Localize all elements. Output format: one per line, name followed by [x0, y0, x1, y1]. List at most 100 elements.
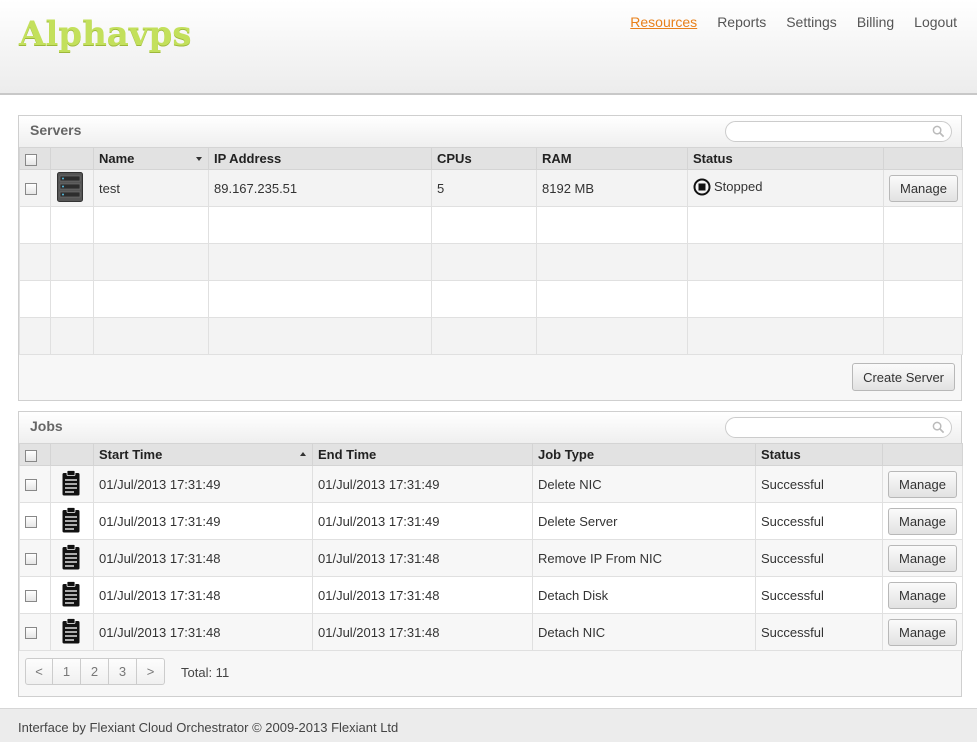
servers-table: Name IP Address CPUs RAM Status test 89.…: [19, 147, 963, 355]
row-checkbox[interactable]: [25, 627, 37, 640]
clipboard-icon: [62, 506, 80, 532]
nav-resources[interactable]: Resources: [630, 14, 697, 30]
row-checkbox[interactable]: [25, 479, 37, 492]
job-start-time: 01/Jul/2013 17:31:49: [93, 502, 313, 540]
jobs-panel: Jobs Start Time End Time Job Type Status…: [18, 411, 963, 697]
manage-button[interactable]: Manage: [888, 470, 957, 498]
servers-search: [725, 121, 952, 142]
clipboard-icon: [62, 543, 80, 569]
footer-text: Interface by Flexiant Cloud Orchestrator…: [18, 720, 399, 735]
create-server-button[interactable]: Create Server: [852, 363, 955, 391]
table-row: 01/Jul/2013 17:31:48 01/Jul/2013 17:31:48…: [19, 613, 963, 651]
job-type: Detach Disk: [532, 576, 756, 614]
job-type: Delete Server: [532, 502, 756, 540]
prev-page-button[interactable]: <: [25, 658, 53, 685]
logo[interactable]: Alphavps: [19, 14, 192, 54]
manage-button[interactable]: Manage: [888, 618, 957, 646]
search-icon[interactable]: [932, 421, 945, 434]
job-end-time: 01/Jul/2013 17:31:48: [312, 576, 533, 614]
job-type: Detach NIC: [532, 613, 756, 651]
nav-billing[interactable]: Billing: [857, 14, 894, 30]
col-end-time[interactable]: End Time: [312, 443, 533, 466]
pagination: < 1 2 3 >: [25, 658, 165, 685]
table-row: [19, 280, 963, 318]
status-badge: Stopped: [693, 178, 762, 196]
page-3-button[interactable]: 3: [109, 658, 137, 685]
row-checkbox[interactable]: [25, 553, 37, 566]
job-status: Successful: [755, 613, 883, 651]
page-2-button[interactable]: 2: [81, 658, 109, 685]
jobs-search-input[interactable]: [736, 418, 926, 437]
row-checkbox[interactable]: [25, 183, 37, 196]
table-row: test 89.167.235.51 5 8192 MB Stopped Man…: [19, 169, 963, 207]
table-row: [19, 243, 963, 281]
col-start-time[interactable]: Start Time: [93, 443, 313, 466]
select-all-checkbox[interactable]: [25, 153, 37, 166]
job-end-time: 01/Jul/2013 17:31:49: [312, 502, 533, 540]
job-type: Remove IP From NIC: [532, 539, 756, 577]
job-status: Successful: [755, 539, 883, 577]
main-nav: Resources Reports Settings Billing Logou…: [610, 14, 957, 30]
job-end-time: 01/Jul/2013 17:31:48: [312, 613, 533, 651]
job-start-time: 01/Jul/2013 17:31:49: [93, 465, 313, 503]
job-status: Successful: [755, 576, 883, 614]
col-job-type[interactable]: Job Type: [532, 443, 756, 466]
stop-circle-icon: [693, 178, 711, 195]
clipboard-icon: [62, 580, 80, 606]
col-job-status[interactable]: Status: [755, 443, 883, 466]
jobs-header-row: Start Time End Time Job Type Status: [19, 443, 963, 466]
total-count: Total: 11: [181, 665, 230, 680]
table-row: [19, 317, 963, 355]
job-end-time: 01/Jul/2013 17:31:49: [312, 465, 533, 503]
jobs-table: Start Time End Time Job Type Status 01/J…: [19, 443, 963, 651]
manage-button[interactable]: Manage: [888, 544, 957, 572]
row-checkbox[interactable]: [25, 516, 37, 529]
clipboard-icon: [62, 469, 80, 495]
server-ip: 89.167.235.51: [208, 169, 432, 207]
manage-button[interactable]: Manage: [888, 507, 957, 535]
job-start-time: 01/Jul/2013 17:31:48: [93, 539, 313, 577]
col-ram[interactable]: RAM: [536, 147, 688, 170]
servers-title: Servers: [30, 122, 82, 138]
col-status[interactable]: Status: [687, 147, 884, 170]
job-start-time: 01/Jul/2013 17:31:48: [93, 576, 313, 614]
job-end-time: 01/Jul/2013 17:31:48: [312, 539, 533, 577]
footer: Interface by Flexiant Cloud Orchestrator…: [0, 708, 977, 742]
nav-reports[interactable]: Reports: [717, 14, 766, 30]
page-1-button[interactable]: 1: [53, 658, 81, 685]
table-row: 01/Jul/2013 17:31:49 01/Jul/2013 17:31:49…: [19, 502, 963, 540]
search-icon[interactable]: [932, 125, 945, 138]
servers-search-input[interactable]: [736, 122, 926, 141]
job-status: Successful: [755, 465, 883, 503]
server-cpus: 5: [431, 169, 537, 207]
table-row: 01/Jul/2013 17:31:49 01/Jul/2013 17:31:49…: [19, 465, 963, 503]
jobs-search: [725, 417, 952, 438]
select-all-checkbox[interactable]: [25, 449, 37, 462]
manage-button[interactable]: Manage: [889, 174, 958, 202]
job-start-time: 01/Jul/2013 17:31:48: [93, 613, 313, 651]
server-name: test: [93, 169, 209, 207]
header: Alphavps Resources Reports Settings Bill…: [0, 0, 977, 95]
col-ip[interactable]: IP Address: [208, 147, 432, 170]
table-row: 01/Jul/2013 17:31:48 01/Jul/2013 17:31:48…: [19, 539, 963, 577]
sort-asc-icon: [300, 452, 306, 456]
nav-settings[interactable]: Settings: [786, 14, 837, 30]
jobs-panel-header: Jobs: [19, 412, 961, 443]
jobs-panel-footer: < 1 2 3 > Total: 11: [19, 651, 961, 696]
col-cpus[interactable]: CPUs: [431, 147, 537, 170]
nav-logout[interactable]: Logout: [914, 14, 957, 30]
servers-header-row: Name IP Address CPUs RAM Status: [19, 147, 963, 170]
job-status: Successful: [755, 502, 883, 540]
manage-button[interactable]: Manage: [888, 581, 957, 609]
row-checkbox[interactable]: [25, 590, 37, 603]
servers-panel-header: Servers: [19, 116, 961, 147]
col-name[interactable]: Name: [93, 147, 209, 170]
job-type: Delete NIC: [532, 465, 756, 503]
jobs-title: Jobs: [30, 418, 63, 434]
sort-desc-icon: [196, 157, 202, 161]
next-page-button[interactable]: >: [137, 658, 165, 685]
clipboard-icon: [62, 617, 80, 643]
servers-panel-footer: Create Server: [19, 355, 961, 400]
server-ram: 8192 MB: [536, 169, 688, 207]
servers-panel: Servers Name IP Address CPUs RAM Status: [18, 115, 963, 401]
